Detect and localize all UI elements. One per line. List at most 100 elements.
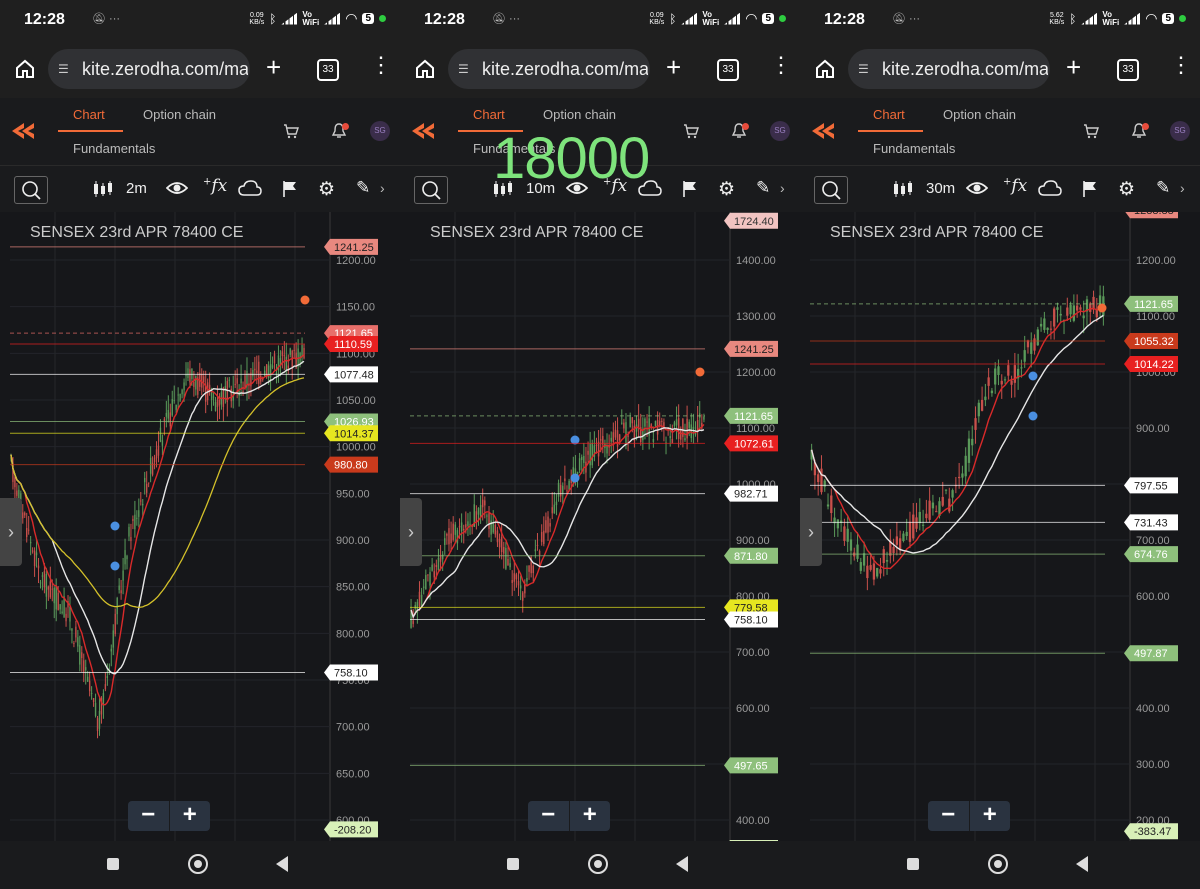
y-axis-tick: 1100.00 bbox=[736, 423, 775, 435]
settings-gear-icon[interactable]: ⚙ bbox=[718, 178, 735, 201]
kite-logo[interactable] bbox=[412, 123, 434, 144]
eye-icon[interactable] bbox=[965, 180, 989, 201]
price-tag-label: 1241.25 bbox=[734, 344, 774, 356]
recents-button[interactable] bbox=[107, 858, 119, 870]
tab-fundamentals[interactable]: Fundamentals bbox=[873, 141, 955, 156]
home-button[interactable] bbox=[988, 854, 1008, 874]
search-icon[interactable] bbox=[414, 176, 448, 204]
cart-icon[interactable] bbox=[1083, 123, 1099, 144]
back-button[interactable] bbox=[1076, 856, 1088, 872]
draw-pen-icon[interactable]: ✎ bbox=[756, 178, 770, 198]
new-tab-icon[interactable]: + bbox=[666, 54, 681, 80]
flag-icon[interactable] bbox=[1082, 180, 1098, 203]
price-chart[interactable]: 1200.001100.001000.00900.00800.00700.006… bbox=[800, 212, 1200, 841]
search-icon[interactable] bbox=[14, 176, 48, 204]
zoom-in-button[interactable]: + bbox=[170, 801, 211, 831]
candle-type-icon[interactable] bbox=[892, 180, 914, 203]
recents-button[interactable] bbox=[507, 858, 519, 870]
interval-selector[interactable]: 2m bbox=[126, 180, 147, 197]
site-settings-icon[interactable]: ☰ bbox=[58, 62, 69, 76]
signal-icon bbox=[724, 12, 741, 25]
eye-icon[interactable] bbox=[165, 180, 189, 201]
browser-menu-icon[interactable]: ⋮ bbox=[770, 54, 792, 76]
y-axis-tick: 1150.00 bbox=[336, 302, 375, 314]
interval-selector[interactable]: 30m bbox=[926, 180, 955, 197]
address-bar[interactable]: ☰ kite.zerodha.com/mar bbox=[448, 49, 650, 89]
zoom-out-button[interactable]: − bbox=[928, 801, 970, 831]
tab-option-chain[interactable]: Option chain bbox=[943, 107, 1016, 122]
browser-menu-icon[interactable]: ⋮ bbox=[370, 54, 392, 76]
price-tag-label: 1288.88 bbox=[1134, 212, 1174, 217]
zoom-in-button[interactable]: + bbox=[570, 801, 611, 831]
new-tab-icon[interactable]: + bbox=[1066, 54, 1081, 80]
side-panel-toggle[interactable]: › bbox=[800, 498, 822, 566]
address-bar[interactable]: ☰ kite.zerodha.com/mar bbox=[48, 49, 250, 89]
draw-pen-icon[interactable]: ✎ bbox=[1156, 178, 1170, 198]
flag-icon[interactable] bbox=[282, 180, 298, 203]
zoom-out-button[interactable]: − bbox=[528, 801, 570, 831]
tab-count-button[interactable]: 33 bbox=[717, 59, 739, 81]
flag-icon[interactable] bbox=[682, 180, 698, 203]
zoom-out-button[interactable]: − bbox=[128, 801, 170, 831]
home-icon[interactable] bbox=[14, 58, 36, 80]
home-button[interactable] bbox=[188, 854, 208, 874]
tab-chart[interactable]: Chart bbox=[73, 107, 105, 122]
status-bar: 12:28 🔕︎ ··· 0.09 KB/s ᛒ Vo WiFi ◠ 5 bbox=[0, 0, 400, 40]
toolbar-more-icon[interactable]: › bbox=[380, 180, 385, 196]
site-settings-icon[interactable]: ☰ bbox=[458, 62, 469, 76]
cart-icon[interactable] bbox=[283, 123, 299, 144]
settings-gear-icon[interactable]: ⚙ bbox=[1118, 178, 1135, 201]
back-button[interactable] bbox=[276, 856, 288, 872]
price-chart[interactable]: 1200.001150.001100.001050.001000.00950.0… bbox=[0, 212, 400, 841]
recents-button[interactable] bbox=[907, 858, 919, 870]
zoom-in-button[interactable]: + bbox=[970, 801, 1011, 831]
indicators-fx-icon[interactable]: +fx bbox=[1003, 176, 1027, 196]
price-tag: 1110.59 bbox=[324, 336, 378, 352]
toolbar-more-icon[interactable]: › bbox=[780, 180, 785, 196]
mute-icon: 🔕︎ bbox=[492, 13, 506, 25]
price-tag: -383.47 bbox=[1124, 823, 1178, 840]
y-axis-tick: 1050.00 bbox=[336, 395, 376, 407]
new-tab-icon[interactable]: + bbox=[266, 54, 281, 80]
cart-icon[interactable] bbox=[683, 123, 699, 144]
price-chart[interactable]: 1400.001300.001200.001100.001000.00900.0… bbox=[400, 212, 800, 841]
draw-pen-icon[interactable]: ✎ bbox=[356, 178, 370, 198]
price-tag-label: 497.65 bbox=[734, 760, 768, 772]
price-tag: 1241.25 bbox=[324, 238, 378, 255]
settings-gear-icon[interactable]: ⚙ bbox=[318, 178, 335, 201]
site-settings-icon[interactable]: ☰ bbox=[858, 62, 869, 76]
avatar[interactable]: SG bbox=[770, 121, 790, 141]
tab-option-chain[interactable]: Option chain bbox=[543, 107, 616, 122]
candle-type-icon[interactable] bbox=[92, 180, 114, 203]
tab-chart[interactable]: Chart bbox=[873, 107, 905, 122]
address-bar[interactable]: ☰ kite.zerodha.com/mar bbox=[848, 49, 1050, 89]
side-panel-toggle[interactable]: › bbox=[0, 498, 22, 566]
cloud-icon[interactable] bbox=[1038, 180, 1062, 201]
y-axis-tick: 1200.00 bbox=[1136, 255, 1176, 267]
kite-logo[interactable] bbox=[812, 123, 834, 144]
home-icon[interactable] bbox=[414, 58, 436, 80]
tab-chart[interactable]: Chart bbox=[473, 107, 505, 122]
y-axis-tick: 600.00 bbox=[736, 703, 770, 715]
price-tag-label: 871.80 bbox=[734, 551, 768, 563]
browser-bar: ☰ kite.zerodha.com/mar +33 ⋮ bbox=[400, 40, 800, 98]
browser-menu-icon[interactable]: ⋮ bbox=[1170, 54, 1192, 76]
tab-option-chain[interactable]: Option chain bbox=[143, 107, 216, 122]
tab-fundamentals[interactable]: Fundamentals bbox=[73, 141, 155, 156]
cloud-icon[interactable] bbox=[238, 180, 262, 201]
search-icon[interactable] bbox=[814, 176, 848, 204]
price-tag-label: 1724.40 bbox=[734, 216, 774, 228]
back-button[interactable] bbox=[676, 856, 688, 872]
bluetooth-icon: ᛒ bbox=[269, 11, 277, 26]
tab-count-button[interactable]: 33 bbox=[317, 59, 339, 81]
indicators-fx-icon[interactable]: +fx bbox=[203, 176, 227, 196]
home-icon[interactable] bbox=[814, 58, 836, 80]
tab-count-button[interactable]: 33 bbox=[1117, 59, 1139, 81]
toolbar-more-icon[interactable]: › bbox=[1180, 180, 1185, 196]
avatar[interactable]: SG bbox=[370, 121, 390, 141]
avatar[interactable]: SG bbox=[1170, 121, 1190, 141]
side-panel-toggle[interactable]: › bbox=[400, 498, 422, 566]
kite-logo[interactable] bbox=[12, 123, 34, 144]
home-button[interactable] bbox=[588, 854, 608, 874]
y-axis-tick: 1100.00 bbox=[1136, 311, 1175, 323]
